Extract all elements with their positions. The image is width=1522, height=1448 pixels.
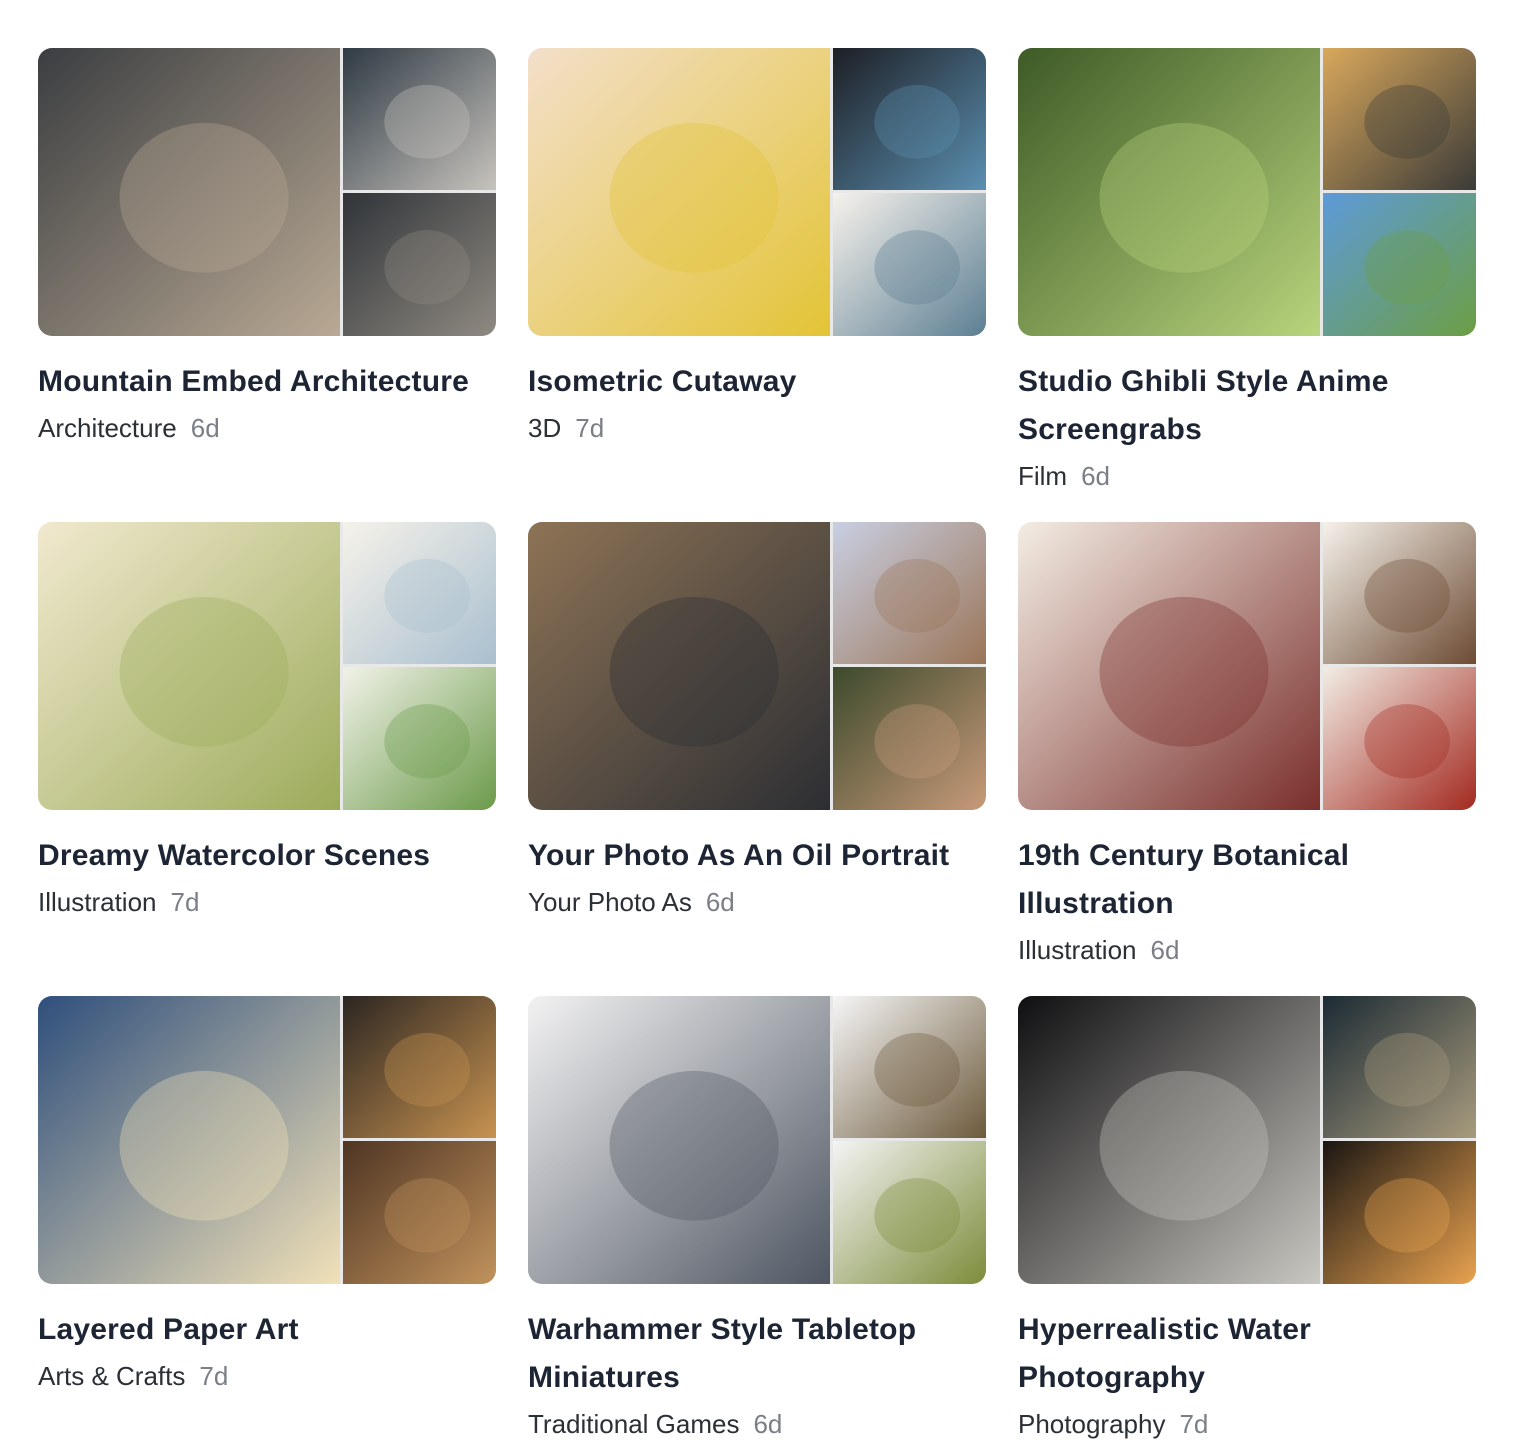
collection-age: 6d (190, 413, 220, 443)
collection-thumbnail-collage[interactable] (528, 996, 986, 1284)
collection-meta: Your Photo As 6d (528, 880, 986, 924)
thumbnail-main (38, 522, 340, 810)
collection-card[interactable]: Warhammer Style Tabletop Miniatures Trad… (528, 996, 986, 1439)
thumbnail-bottom (833, 193, 986, 336)
thumbnail-bottom (1323, 193, 1476, 336)
thumbnail-top (833, 48, 986, 190)
collection-category[interactable]: Arts & Crafts (38, 1361, 185, 1391)
thumbnail-bottom (1323, 1141, 1476, 1284)
thumbnail-main (1018, 48, 1320, 336)
collection-title[interactable]: Layered Paper Art (38, 1306, 496, 1354)
thumbnail-main (1018, 996, 1320, 1284)
collection-age: 6d (705, 887, 735, 917)
collection-meta: Architecture 6d (38, 406, 496, 450)
thumbnail-top (1323, 48, 1476, 190)
collection-category[interactable]: Illustration (38, 887, 157, 917)
collection-title[interactable]: Hyperrealistic Water Photography (1018, 1306, 1476, 1402)
thumbnail-main (528, 48, 830, 336)
collection-card[interactable]: 19th Century Botanical Illustration Illu… (1018, 522, 1476, 996)
collection-category[interactable]: Film (1018, 461, 1067, 491)
collection-title[interactable]: Studio Ghibli Style Anime Screengrabs (1018, 358, 1476, 454)
collection-title[interactable]: Isometric Cutaway (528, 358, 986, 406)
collection-thumbnail-collage[interactable] (1018, 522, 1476, 810)
thumbnail-main (38, 996, 340, 1284)
collection-thumbnail-collage[interactable] (1018, 996, 1476, 1284)
thumbnail-top (833, 522, 986, 664)
collection-card[interactable]: Your Photo As An Oil Portrait Your Photo… (528, 522, 986, 996)
thumbnail-main (528, 996, 830, 1284)
collection-category[interactable]: 3D (528, 413, 561, 443)
thumbnail-bottom (343, 1141, 496, 1284)
collection-age: 7d (170, 887, 200, 917)
collection-meta: Traditional Games 6d (528, 1402, 986, 1446)
collection-thumbnail-collage[interactable] (38, 48, 496, 336)
collection-meta: Film 6d (1018, 454, 1476, 498)
thumbnail-top (343, 522, 496, 664)
collection-category[interactable]: Architecture (38, 413, 177, 443)
collection-age: 6d (753, 1409, 783, 1439)
collection-card[interactable]: Studio Ghibli Style Anime Screengrabs Fi… (1018, 48, 1476, 522)
collection-age: 7d (575, 413, 605, 443)
thumbnail-bottom (343, 193, 496, 336)
collection-card[interactable]: Mountain Embed Architecture Architecture… (38, 48, 496, 522)
collection-category[interactable]: Photography (1018, 1409, 1165, 1439)
thumbnail-bottom (833, 667, 986, 810)
thumbnail-main (1018, 522, 1320, 810)
thumbnail-top (1323, 996, 1476, 1138)
collection-category[interactable]: Illustration (1018, 935, 1137, 965)
collection-thumbnail-collage[interactable] (528, 48, 986, 336)
collection-thumbnail-collage[interactable] (38, 996, 496, 1284)
thumbnail-bottom (833, 1141, 986, 1284)
thumbnail-main (528, 522, 830, 810)
thumbnail-main (38, 48, 340, 336)
collection-thumbnail-collage[interactable] (528, 522, 986, 810)
collection-card[interactable]: Hyperrealistic Water Photography Photogr… (1018, 996, 1476, 1439)
collection-meta: 3D 7d (528, 406, 986, 450)
collection-title[interactable]: 19th Century Botanical Illustration (1018, 832, 1476, 928)
collection-thumbnail-collage[interactable] (1018, 48, 1476, 336)
collection-meta: Photography 7d (1018, 1402, 1476, 1446)
collection-category[interactable]: Traditional Games (528, 1409, 739, 1439)
collection-meta: Illustration 6d (1018, 928, 1476, 972)
collection-card[interactable]: Layered Paper Art Arts & Crafts 7d (38, 996, 496, 1396)
collection-title[interactable]: Your Photo As An Oil Portrait (528, 832, 986, 880)
collection-thumbnail-collage[interactable] (38, 522, 496, 810)
thumbnail-top (343, 996, 496, 1138)
collection-age: 7d (1179, 1409, 1209, 1439)
collection-card[interactable]: Isometric Cutaway 3D 7d (528, 48, 986, 522)
collection-meta: Arts & Crafts 7d (38, 1354, 496, 1398)
collection-age: 6d (1081, 461, 1111, 491)
collection-age: 7d (199, 1361, 229, 1391)
collection-title[interactable]: Dreamy Watercolor Scenes (38, 832, 496, 880)
gallery-grid: Mountain Embed Architecture Architecture… (38, 48, 1476, 1439)
thumbnail-bottom (343, 667, 496, 810)
collection-category[interactable]: Your Photo As (528, 887, 692, 917)
thumbnail-top (343, 48, 496, 190)
collection-meta: Illustration 7d (38, 880, 496, 924)
collection-card[interactable]: Dreamy Watercolor Scenes Illustration 7d (38, 522, 496, 996)
thumbnail-top (833, 996, 986, 1138)
collection-age: 6d (1150, 935, 1180, 965)
thumbnail-bottom (1323, 667, 1476, 810)
collection-title[interactable]: Mountain Embed Architecture (38, 358, 496, 406)
collection-title[interactable]: Warhammer Style Tabletop Miniatures (528, 1306, 986, 1402)
thumbnail-top (1323, 522, 1476, 664)
